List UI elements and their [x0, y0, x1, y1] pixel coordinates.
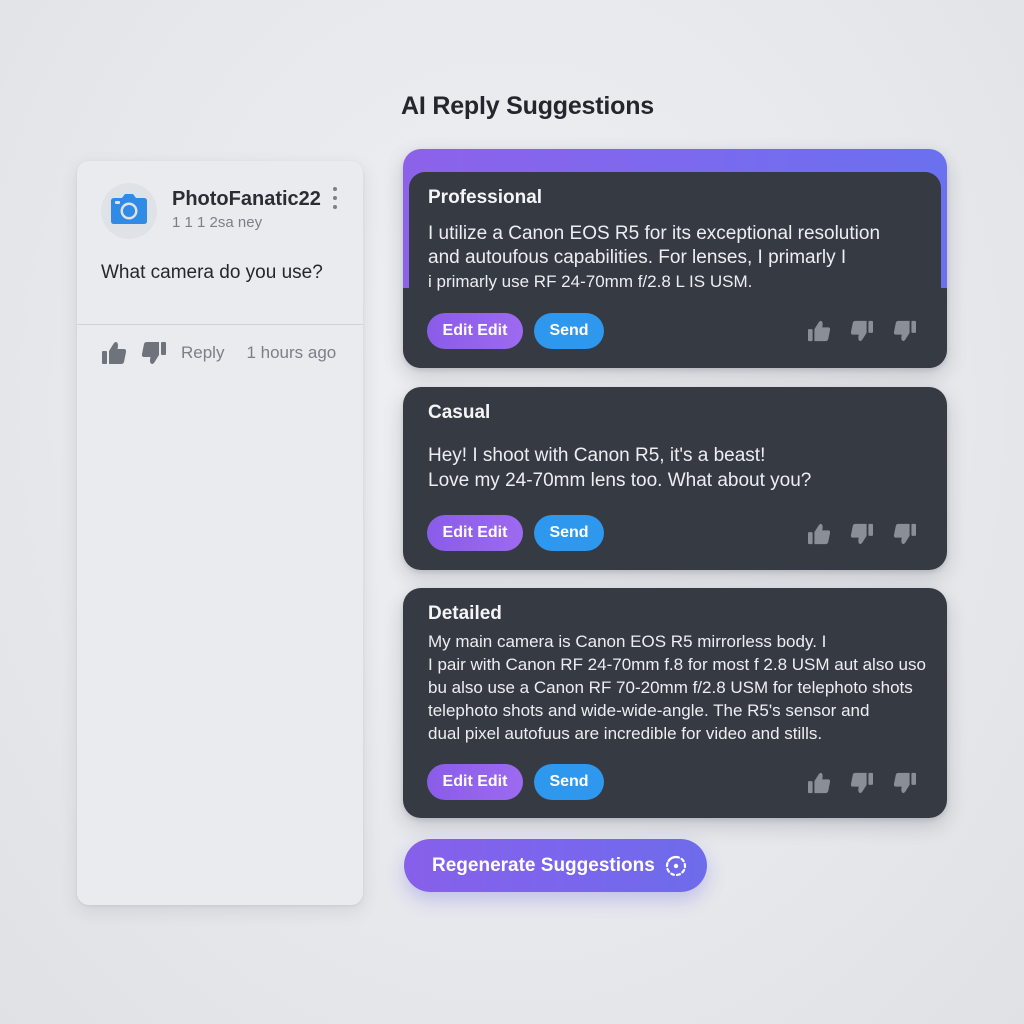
thumbs-down-icon[interactable] — [850, 319, 874, 343]
thumbs-down-icon[interactable] — [850, 522, 874, 546]
regenerate-label: Regenerate Suggestions — [432, 855, 655, 876]
suggestion-line: I pair with Canon RF 24-70mm f.8 for mos… — [428, 655, 926, 674]
suggestion-text: Hey! I shoot with Canon R5, it's a beast… — [428, 443, 933, 493]
thumbs-down-icon[interactable] — [893, 522, 917, 546]
suggestion-card-casual: Casual Hey! I shoot with Canon R5, it's … — [403, 387, 947, 570]
suggestion-card-professional: Professional I utilize a Canon EOS R5 fo… — [403, 149, 947, 368]
comment-timestamp: 1 1 1 2sa ney — [172, 214, 263, 231]
refresh-icon — [664, 854, 688, 878]
send-button[interactable]: Send — [534, 764, 604, 800]
thumbs-down-icon[interactable] — [141, 341, 167, 365]
thumbs-down-icon[interactable] — [893, 771, 917, 795]
suggestion-actions: Edit Edit Send — [427, 764, 604, 800]
suggestion-line: dual pixel autofuus are incredible for v… — [428, 724, 823, 743]
thumbs-down-icon[interactable] — [850, 771, 874, 795]
suggestion-line: and autoufous capabilities. For lenses, … — [428, 247, 847, 268]
suggestion-line: Hey! I shoot with Canon R5, it's a beast… — [428, 445, 766, 466]
suggestion-line: I utilize a Canon EOS R5 for its excepti… — [428, 223, 881, 244]
suggestion-card-detailed: Detailed My main camera is Canon EOS R5 … — [403, 588, 947, 818]
thumbs-up-icon[interactable] — [807, 522, 831, 546]
send-button[interactable]: Send — [534, 313, 604, 349]
thumbs-down-icon[interactable] — [893, 319, 917, 343]
rating-icons — [807, 319, 917, 343]
comment-time-ago: 1 hours ago — [246, 343, 337, 362]
more-vertical-icon[interactable] — [327, 187, 343, 209]
edit-button[interactable]: Edit Edit — [427, 764, 523, 800]
thumbs-up-icon[interactable] — [101, 341, 127, 365]
thumbs-up-icon[interactable] — [807, 771, 831, 795]
suggestion-actions: Edit Edit Send — [427, 313, 604, 349]
suggestion-line: My main camera is Canon EOS R5 mirrorles… — [428, 632, 827, 651]
edit-button[interactable]: Edit Edit — [427, 313, 523, 349]
suggestion-line: i primarly use RF 24-70mm f/2.8 L IS USM… — [428, 272, 753, 291]
thumbs-up-icon[interactable] — [807, 319, 831, 343]
reply-link[interactable]: Reply — [181, 343, 224, 363]
avatar[interactable] — [101, 183, 157, 239]
comment-actions: Reply 1 hours ago — [101, 341, 336, 365]
suggestion-tone-label: Professional — [428, 187, 543, 208]
suggestion-text: My main camera is Canon EOS R5 mirrorles… — [428, 630, 933, 745]
divider — [77, 324, 363, 325]
comment-username[interactable]: PhotoFanatic22 — [172, 188, 321, 211]
suggestion-line: telephoto shots and wide-wide-angle. The… — [428, 701, 870, 720]
comment-card: PhotoFanatic22 1 1 1 2sa ney What camera… — [77, 161, 363, 905]
rating-icons — [807, 522, 917, 546]
camera-icon — [110, 193, 148, 230]
rating-icons — [807, 771, 917, 795]
suggestion-tone-label: Detailed — [428, 603, 502, 624]
suggestion-actions: Edit Edit Send — [427, 515, 604, 551]
edit-button[interactable]: Edit Edit — [427, 515, 523, 551]
regenerate-button[interactable]: Regenerate Suggestions — [404, 839, 707, 892]
suggestion-line: bu also use a Canon RF 70-20mm f/2.8 USM… — [428, 678, 913, 697]
suggestion-text: I utilize a Canon EOS R5 for its excepti… — [428, 222, 933, 294]
send-button[interactable]: Send — [534, 515, 604, 551]
suggestion-tone-label: Casual — [428, 402, 491, 423]
page-title: AI Reply Suggestions — [401, 92, 654, 120]
comment-text: What camera do you use? — [101, 262, 323, 283]
suggestion-line: Love my 24-70mm lens too. What about you… — [428, 470, 812, 491]
